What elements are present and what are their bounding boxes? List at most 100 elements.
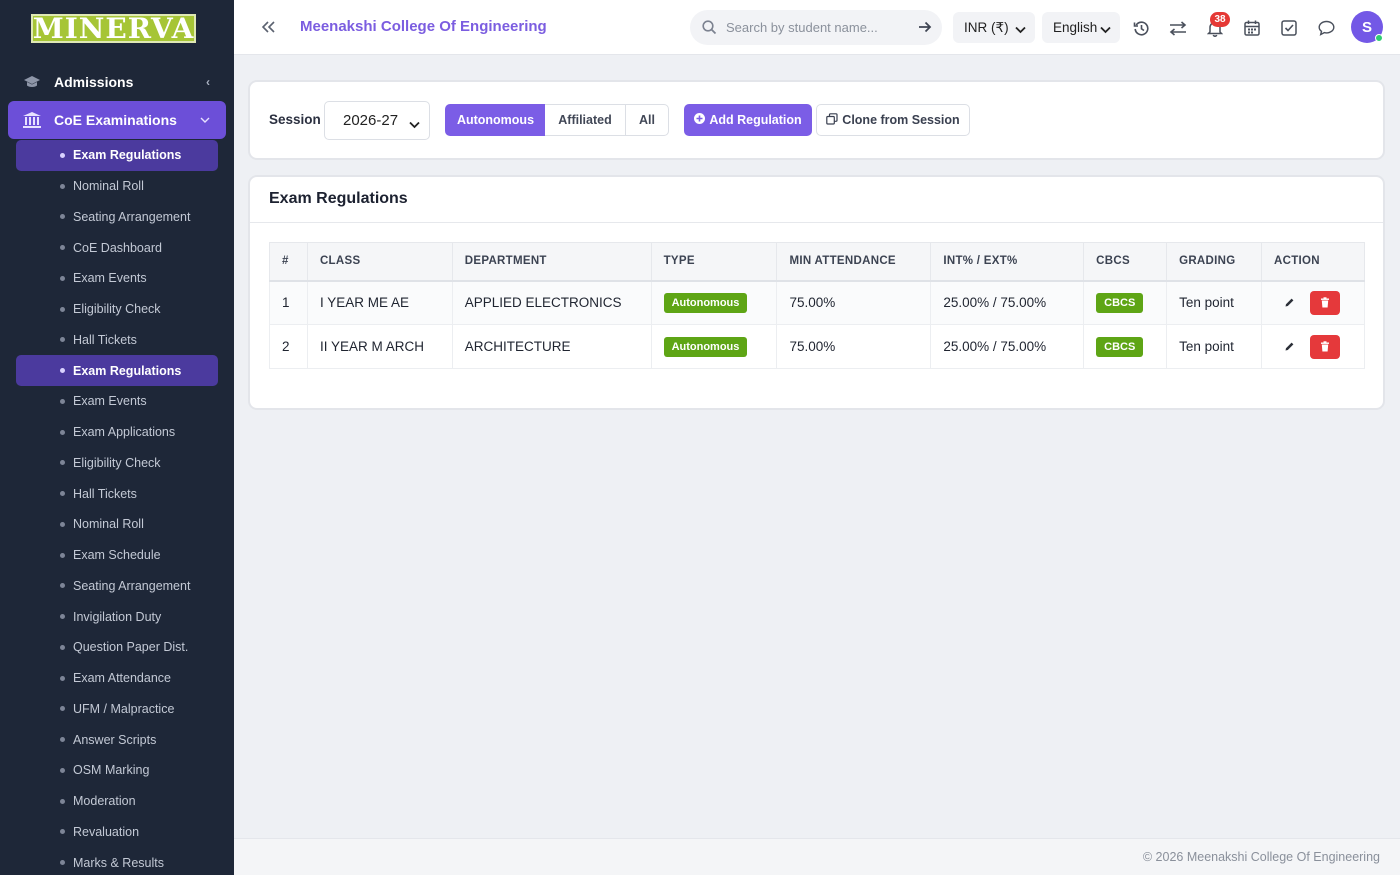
sidebar-item-exam-events[interactable]: Exam Events [16, 263, 218, 294]
sidebar-item-seating-arrangement[interactable]: Seating Arrangement [16, 202, 218, 233]
class-cell: I YEAR ME AE [306, 280, 453, 325]
trash-icon [1321, 297, 1330, 308]
table-header-row: # CLASS DEPARTMENT TYPE MIN ATTENDANCE I… [269, 242, 1365, 282]
history-icon[interactable] [1130, 17, 1152, 39]
search-input[interactable] [726, 17, 906, 38]
currency-value: INR (₹) [964, 19, 1009, 35]
session-select[interactable]: 2026-27 [324, 101, 430, 140]
delete-button[interactable] [1310, 334, 1341, 359]
task-checklist-icon[interactable] [1278, 17, 1300, 39]
edit-button[interactable] [1274, 291, 1304, 315]
switch-icon[interactable] [1167, 17, 1189, 39]
edit-button[interactable] [1274, 335, 1304, 359]
sidebar: MINERVA Admissions ‹ CoE Examinations Ex… [0, 0, 234, 875]
cbcs-cell: CBCS [1083, 280, 1168, 325]
pencil-icon [1285, 342, 1293, 351]
regulations-table: # CLASS DEPARTMENT TYPE MIN ATTENDANCE I… [269, 242, 1365, 369]
type-cell: Autonomous [650, 324, 778, 369]
arrow-right-icon[interactable] [918, 20, 932, 39]
chevron-down-icon [409, 116, 420, 133]
filter-autonomous-button[interactable]: Autonomous [445, 104, 546, 136]
currency-select[interactable]: INR (₹) [953, 12, 1035, 43]
class-cell: II YEAR M ARCH [306, 324, 453, 369]
column-header: TYPE [650, 242, 778, 282]
min-attendance-cell: 75.00% [776, 324, 932, 369]
type-badge: Autonomous [663, 336, 748, 357]
sidebar-item-osm-marking[interactable]: OSM Marking [16, 755, 218, 786]
institution-icon [22, 111, 42, 129]
sidebar-item-ufm-malpractice[interactable]: UFM / Malpractice [16, 694, 218, 725]
action-cell [1261, 324, 1365, 369]
chevron-down-icon [1100, 22, 1111, 37]
department-cell: ARCHITECTURE [451, 324, 652, 369]
coe-submenu: Exam Regulations Nominal Roll Seating Ar… [16, 140, 218, 875]
logo[interactable]: MINERVA [31, 14, 196, 43]
row-number: 2 [269, 324, 308, 369]
sidebar-item-nominal-roll[interactable]: Nominal Roll [16, 171, 218, 202]
chevron-left-icon: ‹ [206, 75, 210, 89]
table-row: 1 I YEAR ME AE APPLIED ELECTRONICS Auton… [269, 280, 1365, 325]
sidebar-item-moderation[interactable]: Moderation [16, 786, 218, 817]
department-cell: APPLIED ELECTRONICS [451, 280, 652, 325]
session-label: Session [269, 112, 321, 127]
sidebar-item-coe-examinations[interactable]: CoE Examinations [8, 101, 226, 139]
delete-button[interactable] [1310, 290, 1341, 315]
language-value: English [1053, 20, 1098, 35]
cbcs-badge: CBCS [1096, 292, 1144, 313]
collapse-sidebar-icon[interactable] [258, 16, 280, 38]
chevron-down-icon [200, 101, 210, 139]
clone-from-session-button[interactable]: Clone from Session [816, 104, 970, 136]
column-header: DEPARTMENT [451, 242, 652, 282]
sidebar-item-marks-results[interactable]: Marks & Results [16, 847, 218, 875]
sidebar-item-exam-schedule[interactable]: Exam Schedule [16, 540, 218, 571]
notification-count-badge: 38 [1210, 12, 1230, 27]
grading-cell: Ten point [1166, 324, 1263, 369]
plus-circle-icon [694, 113, 706, 127]
grading-cell: Ten point [1166, 280, 1263, 325]
sidebar-item-exam-events[interactable]: Exam Events [16, 386, 218, 417]
sidebar-item-answer-scripts[interactable]: Answer Scripts [16, 724, 218, 755]
sidebar-item-admissions[interactable]: Admissions ‹ [8, 63, 226, 101]
cbcs-badge: CBCS [1096, 336, 1144, 357]
min-attendance-cell: 75.00% [776, 280, 932, 325]
calendar-icon[interactable] [1241, 17, 1263, 39]
copyright-text: © 2026 Meenakshi College Of Engineering [1142, 850, 1380, 864]
column-header: ACTION [1261, 242, 1365, 282]
action-cell [1261, 280, 1365, 325]
chat-icon[interactable] [1315, 17, 1337, 39]
sidebar-item-hall-tickets[interactable]: Hall Tickets [16, 478, 218, 509]
sidebar-item-coe-dashboard[interactable]: CoE Dashboard [16, 232, 218, 263]
add-regulation-label: Add Regulation [709, 113, 802, 127]
column-header: INT% / EXT% [930, 242, 1085, 282]
column-header: CBCS [1083, 242, 1168, 282]
sidebar-item-label: CoE Examinations [54, 112, 177, 128]
sidebar-item-exam-regulations[interactable]: Exam Regulations [16, 355, 218, 386]
online-status-dot [1375, 34, 1383, 42]
sidebar-item-invigilation-duty[interactable]: Invigilation Duty [16, 601, 218, 632]
clone-from-session-label: Clone from Session [842, 113, 960, 127]
column-header: # [269, 242, 308, 282]
add-regulation-button[interactable]: Add Regulation [684, 104, 812, 136]
sidebar-item-exam-applications[interactable]: Exam Applications [16, 417, 218, 448]
sidebar-item-eligibility-check[interactable]: Eligibility Check [16, 448, 218, 479]
sidebar-item-question-paper-dist[interactable]: Question Paper Dist. [16, 632, 218, 663]
sidebar-item-seating-arrangement[interactable]: Seating Arrangement [16, 571, 218, 602]
sidebar-item-eligibility-check[interactable]: Eligibility Check [16, 294, 218, 325]
sidebar-item-revaluation[interactable]: Revaluation [16, 817, 218, 848]
sidebar-item-exam-attendance[interactable]: Exam Attendance [16, 663, 218, 694]
college-title: Meenakshi College Of Engineering [300, 18, 547, 35]
filter-card: Session 2026-27 Autonomous Affiliated Al… [248, 80, 1385, 160]
type-badge: Autonomous [663, 292, 748, 313]
session-value: 2026-27 [343, 112, 399, 129]
column-header: MIN ATTENDANCE [776, 242, 932, 282]
sidebar-item-exam-regulations[interactable]: Exam Regulations [16, 140, 218, 171]
sidebar-item-nominal-roll[interactable]: Nominal Roll [16, 509, 218, 540]
graduation-cap-icon [22, 73, 42, 91]
divider [250, 222, 1383, 223]
sidebar-item-hall-tickets[interactable]: Hall Tickets [16, 325, 218, 356]
copy-icon [826, 112, 838, 128]
language-select[interactable]: English [1042, 12, 1120, 43]
filter-all-button[interactable]: All [625, 104, 669, 136]
int-ext-cell: 25.00% / 75.00% [930, 324, 1085, 369]
filter-affiliated-button[interactable]: Affiliated [545, 104, 626, 136]
